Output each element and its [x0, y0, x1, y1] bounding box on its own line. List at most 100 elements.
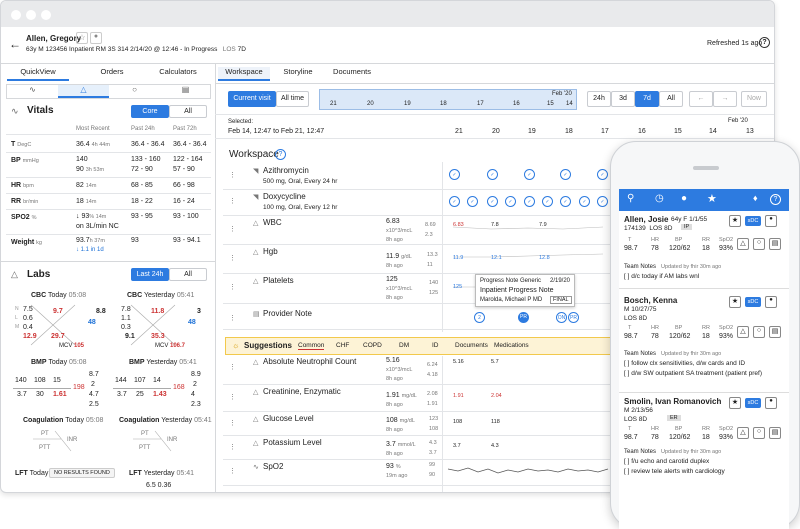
window-close-dot[interactable]	[11, 10, 21, 20]
dose-check-icon[interactable]: ✓	[560, 169, 571, 180]
drag-handle-icon[interactable]: ⋮	[229, 254, 236, 262]
sdc-button[interactable]: sDC	[745, 216, 761, 226]
flask-icon[interactable]: △	[737, 427, 749, 439]
tab-storyline[interactable]: Storyline	[277, 67, 319, 81]
document-icon[interactable]: ▤	[769, 238, 781, 250]
range-7d-button[interactable]: 7d	[635, 91, 659, 107]
document-icon[interactable]: ▤	[769, 427, 781, 439]
suggest-lab-name[interactable]: Creatinine, Enzymatic	[263, 387, 341, 396]
pill-icon[interactable]: ○	[753, 427, 765, 439]
suggest-lab-name[interactable]: Absolute Neutrophil Count	[263, 357, 356, 366]
team-note[interactable]: [ ] f/u echo and carotid duplex	[624, 458, 709, 465]
lab-point[interactable]: 12.1	[491, 255, 502, 261]
help-icon[interactable]: ?	[759, 37, 770, 48]
dose-check-icon[interactable]: ✓	[524, 196, 535, 207]
suggest-tab-documents[interactable]: Documents	[455, 342, 488, 349]
lab-name[interactable]: Hgb	[263, 247, 278, 256]
drag-handle-icon[interactable]: ⋮	[229, 363, 236, 371]
help-icon[interactable]: ?	[770, 194, 781, 205]
tab-orders[interactable]: Orders	[81, 67, 143, 81]
star-icon[interactable]: ★	[729, 397, 741, 409]
dose-check-icon[interactable]: ✓	[467, 196, 478, 207]
range-3d-button[interactable]: 3d	[611, 91, 635, 107]
dose-check-icon[interactable]: ✓	[449, 196, 460, 207]
suggest-lab-name[interactable]: Glucose Level	[263, 414, 314, 423]
now-button[interactable]: Now	[741, 91, 767, 107]
all-time-button[interactable]: All time	[276, 91, 309, 107]
star-icon[interactable]: ★	[729, 215, 741, 227]
prev-arrow-icon[interactable]: ←	[689, 91, 713, 107]
flask-icon[interactable]: △	[58, 85, 109, 98]
star-icon[interactable]: ★	[729, 296, 741, 308]
suggest-tab-id[interactable]: ID	[432, 342, 439, 349]
team-icon[interactable]: ●	[765, 397, 777, 409]
document-icon[interactable]: ▤	[160, 85, 211, 98]
next-arrow-icon[interactable]: →	[713, 91, 737, 107]
dose-check-icon[interactable]: ✓	[524, 169, 535, 180]
suggest-point[interactable]: 3.7	[453, 443, 461, 449]
med-name[interactable]: Doxycycline	[263, 192, 306, 201]
lab-name[interactable]: WBC	[263, 218, 282, 227]
drag-handle-icon[interactable]: ⋮	[229, 197, 236, 205]
patient-card[interactable]: Bosch, Kenna M 10/27/75 LOS 8D ★ sDC ● T…	[619, 289, 789, 393]
team-icon[interactable]: ●	[765, 296, 777, 308]
search-icon[interactable]: ⚲	[627, 193, 634, 204]
team-icon[interactable]: ●	[90, 32, 102, 44]
patient-card[interactable]: Allen, Josie 64y F 1/1/55 174139 LOS 8D …	[619, 211, 789, 289]
suggest-tab-common[interactable]: Common	[298, 342, 325, 350]
suggest-point[interactable]: 5.7	[491, 359, 499, 365]
tab-workspace[interactable]: Workspace	[218, 67, 270, 81]
timeline-brush[interactable]: Feb '20 21 20 19 18 17 16 15 14	[319, 89, 577, 110]
drag-handle-icon[interactable]: ⋮	[229, 393, 236, 401]
dose-check-icon[interactable]: ✓	[597, 169, 608, 180]
lab-point[interactable]: 12.8	[539, 255, 550, 261]
note-pr-badge[interactable]: PR	[568, 312, 579, 323]
drag-handle-icon[interactable]: ⋮	[229, 225, 236, 233]
team-note[interactable]: [ ] d/w SW outpatient SA treatment (pati…	[624, 370, 762, 377]
drag-handle-icon[interactable]: ⋮	[229, 467, 236, 475]
lab-name[interactable]: Platelets	[263, 276, 294, 285]
dose-check-icon[interactable]: ✓	[505, 196, 516, 207]
tab-documents[interactable]: Documents	[327, 67, 377, 81]
suggest-point[interactable]: 118	[491, 419, 500, 425]
team-icon[interactable]: ●	[765, 215, 777, 227]
tab-quickview[interactable]: QuickView	[7, 67, 69, 81]
star-icon[interactable]: ★	[707, 192, 717, 205]
dose-check-icon[interactable]: ✓	[560, 196, 571, 207]
drag-handle-icon[interactable]: ⋮	[229, 419, 236, 427]
bell-icon[interactable]: ♦	[753, 193, 758, 203]
suggest-point[interactable]: 108	[453, 419, 462, 425]
provider-note-name[interactable]: Provider Note	[263, 309, 312, 318]
suggest-tab-copd[interactable]: COPD	[363, 342, 382, 349]
lab-point[interactable]: 125	[453, 284, 462, 290]
lab-point[interactable]: 7.8	[491, 222, 499, 228]
vitals-pulse-icon[interactable]: ∿	[7, 85, 58, 98]
dose-check-icon[interactable]: ✓	[449, 169, 460, 180]
drag-handle-icon[interactable]: ⋮	[229, 283, 236, 291]
lab-point[interactable]: 7.9	[539, 222, 547, 228]
drag-handle-icon[interactable]: ⋮	[229, 314, 236, 322]
flask-icon[interactable]: △	[737, 326, 749, 338]
tab-calculators[interactable]: Calculators	[147, 67, 209, 81]
note-count-badge[interactable]: 2	[474, 312, 485, 323]
suggest-lab-name[interactable]: Potassium Level	[263, 438, 322, 447]
sdc-button[interactable]: sDC	[745, 297, 761, 307]
dose-check-icon[interactable]: ✓	[579, 196, 590, 207]
dose-check-icon[interactable]: ✓	[542, 196, 553, 207]
flask-icon[interactable]: △	[737, 238, 749, 250]
note-on-badge[interactable]: ON	[556, 312, 567, 323]
note-pr-badge[interactable]: PR	[518, 312, 529, 323]
vitals-core-toggle[interactable]: Core	[131, 105, 169, 118]
suggest-tab-chf[interactable]: CHF	[336, 342, 349, 349]
pill-icon[interactable]: ○	[753, 238, 765, 250]
dose-check-icon[interactable]: ✓	[487, 196, 498, 207]
suggest-point[interactable]: 1.91	[453, 393, 464, 399]
team-icon[interactable]: ●	[681, 193, 687, 204]
drag-handle-icon[interactable]: ⋮	[229, 171, 236, 179]
labs-last24-toggle[interactable]: Last 24h	[131, 268, 169, 281]
team-note[interactable]: [ ] follow clx sensitivities, d/w cards …	[624, 360, 745, 367]
suggest-point[interactable]: 4.3	[491, 443, 499, 449]
window-max-dot[interactable]	[41, 10, 51, 20]
team-note[interactable]: [ ] d/c today if AM labs wnl	[624, 273, 699, 280]
current-visit-button[interactable]: Current visit	[228, 91, 276, 107]
